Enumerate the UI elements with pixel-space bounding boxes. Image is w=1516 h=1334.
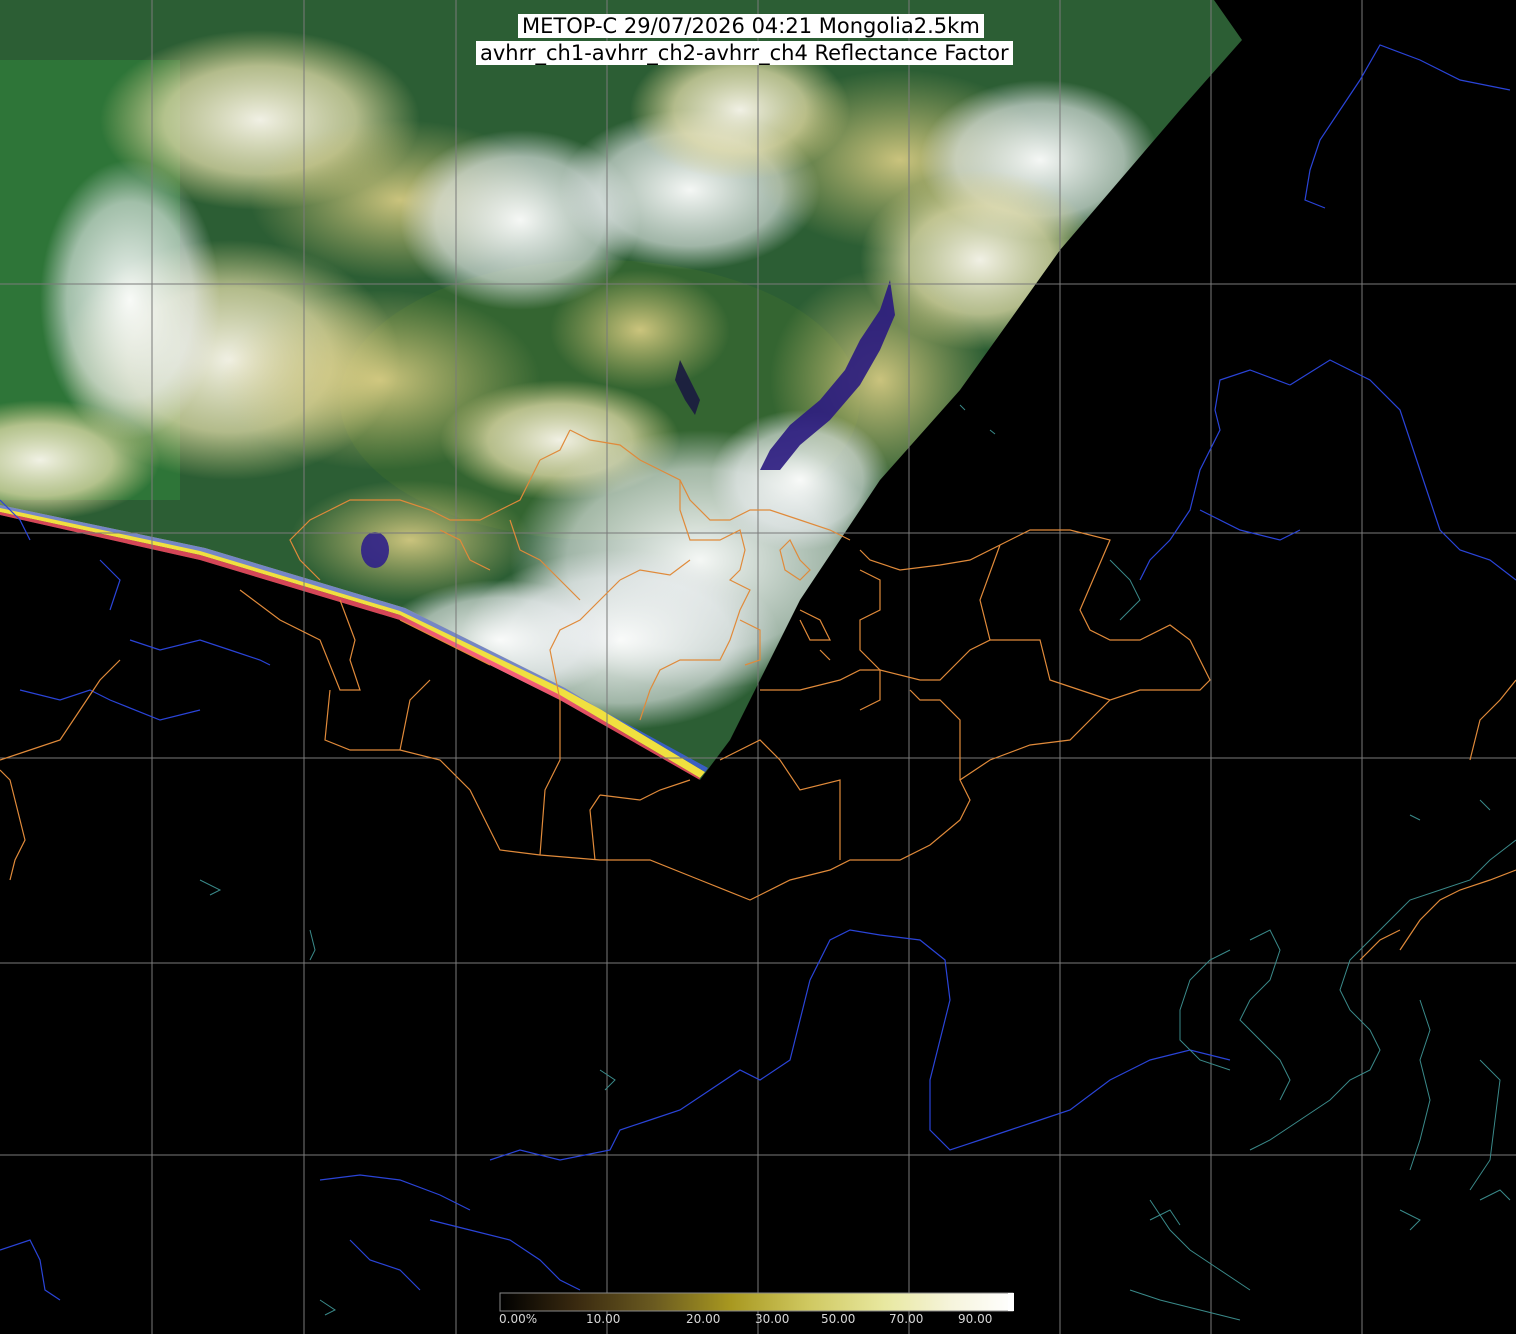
colorbar-label-5: 70.00: [889, 1312, 924, 1326]
colorbar-label-2: 20.00: [686, 1312, 721, 1326]
satellite-map: [0, 0, 1516, 1334]
colorbar-label-4: 50.00: [821, 1312, 856, 1326]
map-title-line-2: avhrr_ch1-avhrr_ch2-avhrr_ch4 Reflectanc…: [476, 41, 1013, 65]
colorbar-label-0: 0.00%: [499, 1312, 538, 1326]
colorbar-label-6: 90.00: [958, 1312, 993, 1326]
colorbar-label-1: 10.00: [586, 1312, 621, 1326]
satellite-swath: [0, 0, 1242, 780]
colorbar-gradient: [499, 1292, 1014, 1312]
colorbar: [499, 1292, 1014, 1312]
map-title-line-1: METOP-C 29/07/2026 04:21 Mongolia2.5km: [518, 14, 984, 38]
colorbar-label-3: 30.00: [755, 1312, 790, 1326]
